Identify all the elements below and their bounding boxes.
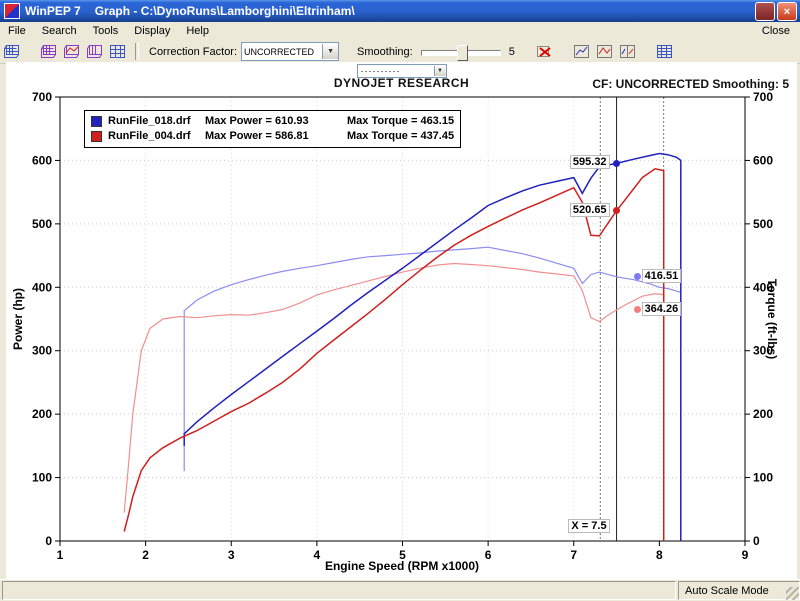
delete-run-icon[interactable] [533, 41, 556, 62]
power-graph-icon[interactable] [570, 41, 593, 62]
mdi-close-button[interactable]: Close [752, 23, 800, 39]
cursor-x-label: X = 7.5 [568, 519, 609, 533]
correction-factor-select[interactable]: UNCORRECTED ▼ [241, 42, 339, 61]
cf-smoothing-summary: CF: UNCORRECTED Smoothing: 5 [592, 77, 789, 91]
correction-factor-label: Correction Factor: [149, 46, 237, 58]
smoothing-slider[interactable] [421, 44, 501, 60]
cursor-value-label: 520.65 [570, 203, 610, 217]
menu-help[interactable]: Help [178, 23, 217, 39]
graph-setup-icon[interactable] [83, 41, 106, 62]
smoothing-label: Smoothing: [357, 46, 413, 58]
y-tick-label-right: 200 [753, 407, 773, 421]
window-title: Graph - C:\DynoRuns\Lamborghini\Eltrinha… [95, 4, 355, 18]
status-bar: Auto Scale Mode [0, 579, 800, 601]
menu-search[interactable]: Search [34, 23, 85, 39]
y-tick-label-right: 400 [753, 280, 773, 294]
series-RunFile_004-torque [124, 264, 664, 542]
x-tick-label: 2 [142, 548, 149, 562]
legend-run-file: RunFile_018.drf [108, 114, 205, 129]
y-tick-label-right: 600 [753, 153, 773, 167]
legend-max-torque: Max Torque = 437.45 [347, 129, 454, 144]
y-tick-label-right: 700 [753, 90, 773, 104]
x-tick-label: 7 [570, 548, 577, 562]
y-tick-label-left: 500 [32, 217, 52, 231]
legend-max-power: Max Power = 610.93 [205, 114, 347, 129]
cursor-value-dot [634, 273, 641, 280]
graph-document: Power (hp) Torque (ft-lbs) Engine Speed … [6, 62, 797, 579]
y-tick-label-left: 100 [32, 471, 52, 485]
graph-window-icon[interactable] [0, 41, 23, 62]
menu-display[interactable]: Display [126, 23, 178, 39]
x-tick-label: 8 [656, 548, 663, 562]
series-color-chip [91, 131, 102, 142]
legend-max-power: Max Power = 586.81 [205, 129, 347, 144]
legend-run-file: RunFile_004.drf [108, 129, 205, 144]
x-tick-label: 3 [228, 548, 235, 562]
smoothing-slider-thumb[interactable] [457, 45, 468, 61]
cursor-value-label: 416.51 [642, 269, 682, 283]
status-scale-mode: Auto Scale Mode [678, 581, 800, 600]
split-graph-icon[interactable] [616, 41, 639, 62]
y-tick-label-left: 0 [45, 534, 52, 548]
y-axis-left-title: Power (hp) [11, 288, 25, 350]
correction-factor-value: UNCORRECTED [242, 47, 322, 57]
resize-grip[interactable] [786, 587, 799, 600]
smoothing-value: 5 [509, 46, 515, 58]
maximize-button[interactable] [755, 2, 775, 21]
series-RunFile_004-power [124, 169, 664, 541]
toolbar: Correction Factor: UNCORRECTED ▼ Smoothi… [0, 40, 800, 64]
series-color-chip [91, 116, 102, 127]
menu-bar: File Search Tools Display Help Close [0, 22, 800, 41]
app-title: WinPEP 7 [25, 4, 81, 18]
x-tick-label: 6 [485, 548, 492, 562]
y-tick-label-left: 600 [32, 153, 52, 167]
new-graph-icon[interactable] [37, 41, 60, 62]
x-tick-label: 5 [399, 548, 406, 562]
series-RunFile_018-torque [184, 247, 681, 541]
legend-row: RunFile_004.drf Max Power = 586.81 Max T… [91, 129, 454, 144]
y-tick-label-right: 300 [753, 344, 773, 358]
y-tick-label-left: 700 [32, 90, 52, 104]
chevron-down-icon[interactable]: ▼ [434, 66, 446, 76]
y-tick-label-right: 500 [753, 217, 773, 231]
menu-tools[interactable]: Tools [85, 23, 127, 39]
y-tick-label-right: 100 [753, 471, 773, 485]
torque-graph-icon[interactable] [593, 41, 616, 62]
legend-row: RunFile_018.drf Max Power = 610.93 Max T… [91, 114, 454, 129]
overlay-runs-icon[interactable] [60, 41, 83, 62]
menu-file[interactable]: File [0, 23, 34, 39]
legend-max-torque: Max Torque = 463.15 [347, 114, 454, 129]
title-bar: WinPEP 7 Graph - C:\DynoRuns\Lamborghini… [0, 0, 800, 22]
cursor-value-label: 595.32 [570, 155, 610, 169]
run-selector-value: ---------- [358, 66, 434, 76]
y-tick-label-left: 400 [32, 280, 52, 294]
x-tick-label: 9 [742, 548, 749, 562]
grid-data-icon[interactable] [106, 41, 129, 62]
chevron-down-icon[interactable]: ▼ [322, 44, 338, 59]
y-tick-label-left: 300 [32, 344, 52, 358]
cursor-value-dot [613, 160, 620, 167]
legend: RunFile_018.drf Max Power = 610.93 Max T… [84, 110, 461, 148]
cursor-value-label: 364.26 [642, 302, 682, 316]
x-tick-label: 4 [314, 548, 321, 562]
y-tick-label-right: 0 [753, 534, 760, 548]
x-tick-label: 1 [57, 548, 64, 562]
close-icon[interactable]: × [777, 2, 797, 21]
data-table-icon[interactable] [653, 41, 676, 62]
y-tick-label-left: 200 [32, 407, 52, 421]
status-panel-main [2, 581, 676, 600]
app-icon [4, 3, 20, 19]
